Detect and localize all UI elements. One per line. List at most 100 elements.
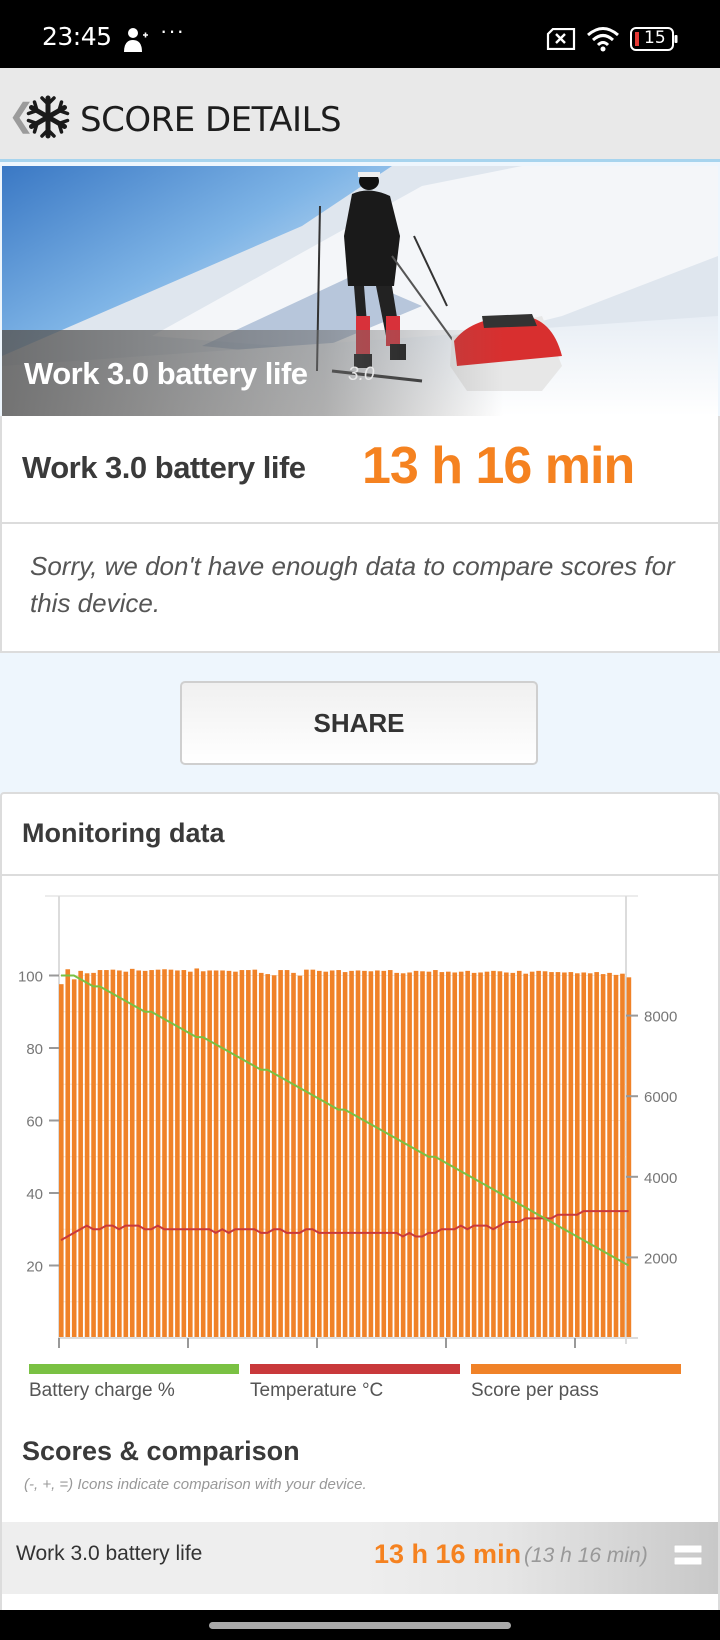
score-bar <box>304 969 309 1338</box>
score-bar <box>516 970 522 1338</box>
score-bar <box>620 973 625 1338</box>
score-bar <box>478 972 483 1338</box>
score-bar <box>310 969 316 1338</box>
score-bar <box>97 970 103 1338</box>
left-tick-label: 100 <box>18 969 43 986</box>
legend-temperature-label: Temperature °C <box>250 1380 384 1401</box>
score-bar <box>549 972 554 1338</box>
page-title: SCORE DETAILS <box>80 100 342 140</box>
score-bar <box>142 970 148 1338</box>
score-bar <box>510 972 516 1338</box>
legend-temperature: Temperature °C <box>250 1364 460 1402</box>
right-tick-label: 6000 <box>644 1089 677 1106</box>
score-bar <box>446 971 451 1338</box>
hero-version: 3.0 <box>348 364 375 385</box>
score-bar <box>291 972 296 1338</box>
snowflake-logo-icon[interactable] <box>26 95 70 139</box>
score-bar <box>220 970 225 1338</box>
score-bar <box>181 970 187 1338</box>
score-bar <box>271 975 277 1338</box>
right-tick-label: 4000 <box>644 1170 677 1187</box>
status-time: 23:45 <box>42 22 112 51</box>
score-bar <box>504 972 509 1338</box>
score-bar <box>117 970 122 1338</box>
score-bar <box>452 972 458 1338</box>
score-bar <box>491 970 496 1338</box>
score-bar <box>529 971 535 1338</box>
score-bar <box>149 970 154 1338</box>
score-bar <box>194 968 200 1338</box>
legend-battery-label: Battery charge % <box>29 1380 175 1401</box>
score-bar <box>375 970 380 1338</box>
score-bar <box>433 970 438 1338</box>
home-gesture-handle[interactable] <box>209 1622 511 1629</box>
score-bar <box>342 972 348 1338</box>
score-bar <box>381 970 387 1338</box>
score-bar <box>471 972 477 1338</box>
score-bar <box>284 970 290 1338</box>
score-bar <box>368 971 374 1338</box>
x-tick-label: Pass 40 <box>290 1355 344 1358</box>
x-tick-label: Pass 0 <box>36 1355 82 1358</box>
score-bar <box>84 973 90 1338</box>
x-tick-label: Pass 20 <box>161 1355 215 1358</box>
comparison-row[interactable]: Work 3.0 battery life 13 h 16 min (13 h … <box>2 1522 718 1594</box>
score-bar <box>594 972 599 1338</box>
score-bar <box>71 979 77 1338</box>
equal-icon <box>674 1544 702 1566</box>
score-bar <box>239 970 245 1338</box>
score-bar <box>252 969 258 1338</box>
score-bar <box>104 970 109 1338</box>
score-bar <box>317 970 322 1338</box>
score-bar <box>497 971 503 1338</box>
app-header: ❮ SCORE DETAILS <box>0 68 720 162</box>
score-bar <box>600 974 606 1338</box>
hero-banner: Work 3.0 battery life 3.0 <box>2 166 718 416</box>
score-bar <box>136 970 141 1338</box>
score-bar <box>426 971 432 1338</box>
monitoring-header: Monitoring data <box>2 794 718 876</box>
legend-battery-swatch <box>29 1364 239 1374</box>
right-tick-label: 2000 <box>644 1250 677 1267</box>
score-bar <box>587 973 593 1338</box>
status-bar: 23:45 ··· 15 <box>0 0 720 68</box>
score-bar <box>78 970 83 1338</box>
score-bar <box>407 972 412 1338</box>
legend-score: Score per pass <box>471 1364 681 1402</box>
score-bar <box>129 968 135 1338</box>
score-bar <box>581 972 587 1338</box>
score-bar <box>439 972 445 1338</box>
left-tick-label: 20 <box>26 1259 43 1276</box>
score-bar <box>246 970 251 1338</box>
score-bar <box>394 972 399 1338</box>
score-bar <box>387 970 393 1338</box>
score-bar <box>536 970 541 1338</box>
score-bar <box>200 971 206 1338</box>
score-bar <box>213 970 219 1338</box>
score-bar <box>258 972 264 1338</box>
legend-battery: Battery charge % <box>29 1364 239 1402</box>
share-button[interactable]: SHARE <box>180 681 538 765</box>
score-bar <box>168 969 174 1338</box>
left-tick-label: 60 <box>26 1114 43 1131</box>
chart-legend: Battery charge % Temperature °C Score pe… <box>2 1364 718 1424</box>
right-tick-label: 8000 <box>644 1009 677 1026</box>
comparison-row-reference: (13 h 16 min) <box>524 1544 648 1567</box>
score-bar <box>568 972 574 1338</box>
score-bar <box>484 971 490 1338</box>
score-bar <box>413 970 419 1338</box>
score-card: Work 3.0 battery life 13 h 16 min <box>0 416 720 524</box>
score-value: 13 h 16 min <box>362 437 635 495</box>
score-bar <box>355 970 361 1338</box>
navigation-bar <box>0 1610 720 1640</box>
comparison-row-label: Work 3.0 battery life <box>16 1542 203 1565</box>
comparison-row-value: 13 h 16 min <box>374 1539 522 1569</box>
score-bar <box>607 972 612 1338</box>
hero-title: Work 3.0 battery life <box>24 356 308 391</box>
score-bar <box>542 971 548 1338</box>
score-bar <box>613 974 619 1338</box>
score-bar <box>265 974 270 1338</box>
monitoring-card: Monitoring data 20 40 60 80 100 2000 4000 6000 8… <box>0 792 720 1612</box>
score-bar <box>297 975 303 1338</box>
score-bar <box>458 971 464 1338</box>
